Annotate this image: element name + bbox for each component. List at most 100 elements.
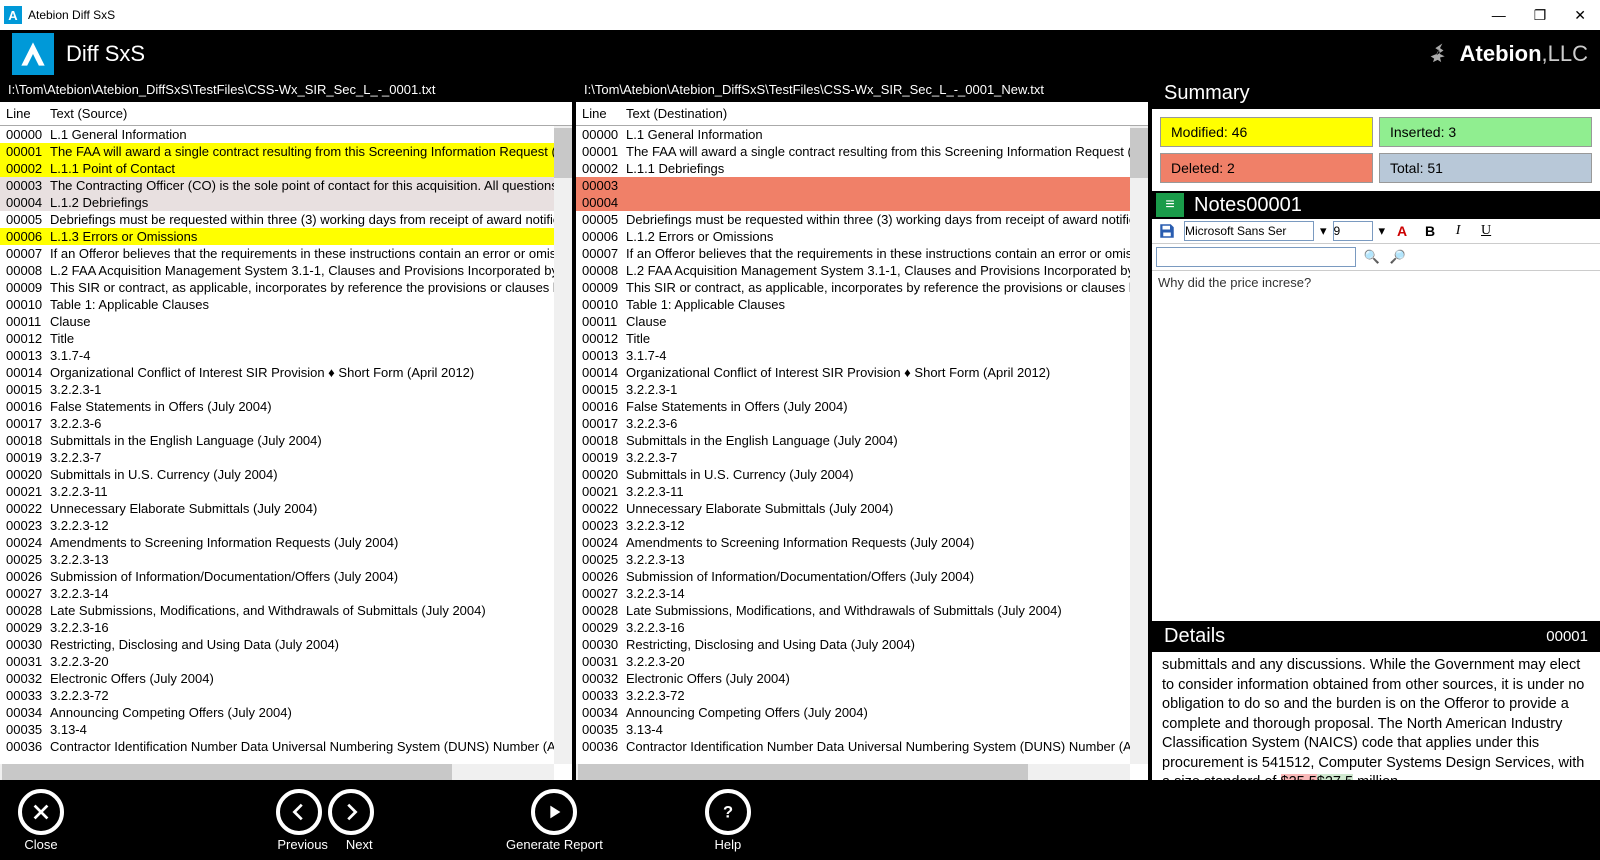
stat-deleted[interactable]: Deleted: 2 — [1160, 153, 1373, 183]
diff-row[interactable]: 00036Contractor Identification Number Da… — [576, 738, 1148, 755]
diff-row[interactable]: 00008L.2 FAA Acquisition Management Syst… — [576, 262, 1148, 279]
diff-row[interactable]: 00003The Contracting Officer (CO) is the… — [0, 177, 572, 194]
diff-row[interactable]: 000313.2.2.3-20 — [0, 653, 572, 670]
diff-row[interactable]: 00009This SIR or contract, as applicable… — [0, 279, 572, 296]
diff-row[interactable]: 00014Organizational Conflict of Interest… — [0, 364, 572, 381]
diff-row[interactable]: 00006L.1.3 Errors or Omissions — [0, 228, 572, 245]
diff-row[interactable]: 000213.2.2.3-11 — [0, 483, 572, 500]
diff-row[interactable]: 000193.2.2.3-7 — [576, 449, 1148, 466]
source-scrollbar-v[interactable] — [554, 126, 572, 764]
diff-row[interactable]: 00028Late Submissions, Modifications, an… — [576, 602, 1148, 619]
diff-row[interactable]: 000293.2.2.3-16 — [576, 619, 1148, 636]
diff-row[interactable]: 00018Submittals in the English Language … — [0, 432, 572, 449]
diff-row[interactable]: 00030Restricting, Disclosing and Using D… — [0, 636, 572, 653]
diff-row[interactable]: 00030Restricting, Disclosing and Using D… — [576, 636, 1148, 653]
font-family-select[interactable] — [1184, 221, 1314, 241]
diff-row[interactable]: 00000L.1 General Information — [576, 126, 1148, 143]
font-color-button[interactable]: A — [1391, 221, 1413, 241]
diff-row[interactable]: 00026Submission of Information/Documenta… — [0, 568, 572, 585]
diff-row[interactable]: 00012Title — [0, 330, 572, 347]
generate-report-button[interactable]: Generate Report — [506, 789, 603, 852]
diff-row[interactable]: 00010Table 1: Applicable Clauses — [0, 296, 572, 313]
diff-row[interactable]: 00022Unnecessary Elaborate Submittals (J… — [0, 500, 572, 517]
diff-row[interactable]: 00024Amendments to Screening Information… — [576, 534, 1148, 551]
diff-row[interactable]: 000273.2.2.3-14 — [0, 585, 572, 602]
source-scrollbar-h[interactable] — [0, 764, 554, 780]
diff-row[interactable]: 000153.2.2.3-1 — [576, 381, 1148, 398]
diff-row[interactable]: 00002L.1.1 Point of Contact — [0, 160, 572, 177]
diff-row[interactable]: 000273.2.2.3-14 — [576, 585, 1148, 602]
stat-modified[interactable]: Modified: 46 — [1160, 117, 1373, 147]
diff-row[interactable]: 000253.2.2.3-13 — [0, 551, 572, 568]
dest-scrollbar-h[interactable] — [576, 764, 1130, 780]
diff-row[interactable]: 00000L.1 General Information — [0, 126, 572, 143]
diff-row[interactable]: 000293.2.2.3-16 — [0, 619, 572, 636]
diff-row[interactable]: 000353.13-4 — [0, 721, 572, 738]
find-button-icon[interactable]: 🔍 — [1362, 247, 1382, 267]
diff-row[interactable]: 00032Electronic Offers (July 2004) — [0, 670, 572, 687]
diff-row[interactable]: 00032Electronic Offers (July 2004) — [576, 670, 1148, 687]
italic-button[interactable]: I — [1447, 221, 1469, 241]
save-note-button[interactable] — [1156, 221, 1178, 241]
notes-textarea[interactable]: Why did the price increse? — [1152, 271, 1600, 621]
diff-row[interactable]: 00011Clause — [576, 313, 1148, 330]
diff-row[interactable]: 000333.2.2.3-72 — [0, 687, 572, 704]
diff-row[interactable]: 000133.1.7-4 — [576, 347, 1148, 364]
diff-row[interactable]: 000253.2.2.3-13 — [576, 551, 1148, 568]
diff-row[interactable]: 000353.13-4 — [576, 721, 1148, 738]
diff-row[interactable]: 000213.2.2.3-11 — [576, 483, 1148, 500]
diff-row[interactable]: 00007If an Offeror believes that the req… — [576, 245, 1148, 262]
close-window-button[interactable]: ✕ — [1574, 7, 1586, 24]
diff-row[interactable]: 000173.2.2.3-6 — [0, 415, 572, 432]
bold-button[interactable]: B — [1419, 221, 1441, 241]
diff-row[interactable]: 00003 — [576, 177, 1148, 194]
diff-row[interactable]: 00005Debriefings must be requested withi… — [0, 211, 572, 228]
maximize-button[interactable]: ❐ — [1534, 7, 1547, 24]
stat-inserted[interactable]: Inserted: 3 — [1379, 117, 1592, 147]
minimize-button[interactable]: — — [1492, 7, 1506, 24]
diff-row[interactable]: 00016False Statements in Offers (July 20… — [0, 398, 572, 415]
diff-row[interactable]: 00020Submittals in U.S. Currency (July 2… — [576, 466, 1148, 483]
diff-row[interactable]: 00010Table 1: Applicable Clauses — [576, 296, 1148, 313]
diff-row[interactable]: 00004 — [576, 194, 1148, 211]
help-button[interactable]: ? Help — [705, 789, 751, 852]
diff-row[interactable]: 00007If an Offeror believes that the req… — [0, 245, 572, 262]
next-button[interactable] — [328, 789, 374, 835]
diff-row[interactable]: 00008L.2 FAA Acquisition Management Syst… — [0, 262, 572, 279]
diff-row[interactable]: 00012Title — [576, 330, 1148, 347]
diff-row[interactable]: 00026Submission of Information/Documenta… — [576, 568, 1148, 585]
find-input[interactable] — [1156, 247, 1356, 267]
diff-row[interactable]: 00018Submittals in the English Language … — [576, 432, 1148, 449]
diff-row[interactable]: 00036Contractor Identification Number Da… — [0, 738, 572, 755]
diff-row[interactable]: 00016False Statements in Offers (July 20… — [576, 398, 1148, 415]
size-dropdown-icon[interactable]: ▾ — [1379, 223, 1386, 239]
stat-total[interactable]: Total: 51 — [1379, 153, 1592, 183]
font-dropdown-icon[interactable]: ▾ — [1320, 223, 1327, 239]
diff-row[interactable]: 00004L.1.2 Debriefings — [0, 194, 572, 211]
diff-row[interactable]: 00009This SIR or contract, as applicable… — [576, 279, 1148, 296]
source-rows[interactable]: 00000L.1 General Information00001The FAA… — [0, 126, 572, 780]
diff-row[interactable]: 000133.1.7-4 — [0, 347, 572, 364]
diff-row[interactable]: 00034Announcing Competing Offers (July 2… — [576, 704, 1148, 721]
font-size-select[interactable] — [1333, 221, 1373, 241]
diff-row[interactable]: 00024Amendments to Screening Information… — [0, 534, 572, 551]
find-next-icon[interactable]: 🔎 — [1388, 247, 1408, 267]
diff-row[interactable]: 00034Announcing Competing Offers (July 2… — [0, 704, 572, 721]
diff-row[interactable]: 000313.2.2.3-20 — [576, 653, 1148, 670]
diff-row[interactable]: 00001The FAA will award a single contrac… — [0, 143, 572, 160]
diff-row[interactable]: 000233.2.2.3-12 — [0, 517, 572, 534]
previous-button[interactable] — [276, 789, 322, 835]
dest-rows[interactable]: 00000L.1 General Information00001The FAA… — [576, 126, 1148, 780]
diff-row[interactable]: 00002L.1.1 Debriefings — [576, 160, 1148, 177]
diff-row[interactable]: 00001The FAA will award a single contrac… — [576, 143, 1148, 160]
diff-row[interactable]: 00011Clause — [0, 313, 572, 330]
diff-row[interactable]: 000153.2.2.3-1 — [0, 381, 572, 398]
diff-row[interactable]: 000173.2.2.3-6 — [576, 415, 1148, 432]
diff-row[interactable]: 00006L.1.2 Errors or Omissions — [576, 228, 1148, 245]
underline-button[interactable]: U — [1475, 221, 1497, 241]
dest-scrollbar-v[interactable] — [1130, 126, 1148, 764]
diff-row[interactable]: 00028Late Submissions, Modifications, an… — [0, 602, 572, 619]
diff-row[interactable]: 00005Debriefings must be requested withi… — [576, 211, 1148, 228]
diff-row[interactable]: 00022Unnecessary Elaborate Submittals (J… — [576, 500, 1148, 517]
diff-row[interactable]: 000233.2.2.3-12 — [576, 517, 1148, 534]
